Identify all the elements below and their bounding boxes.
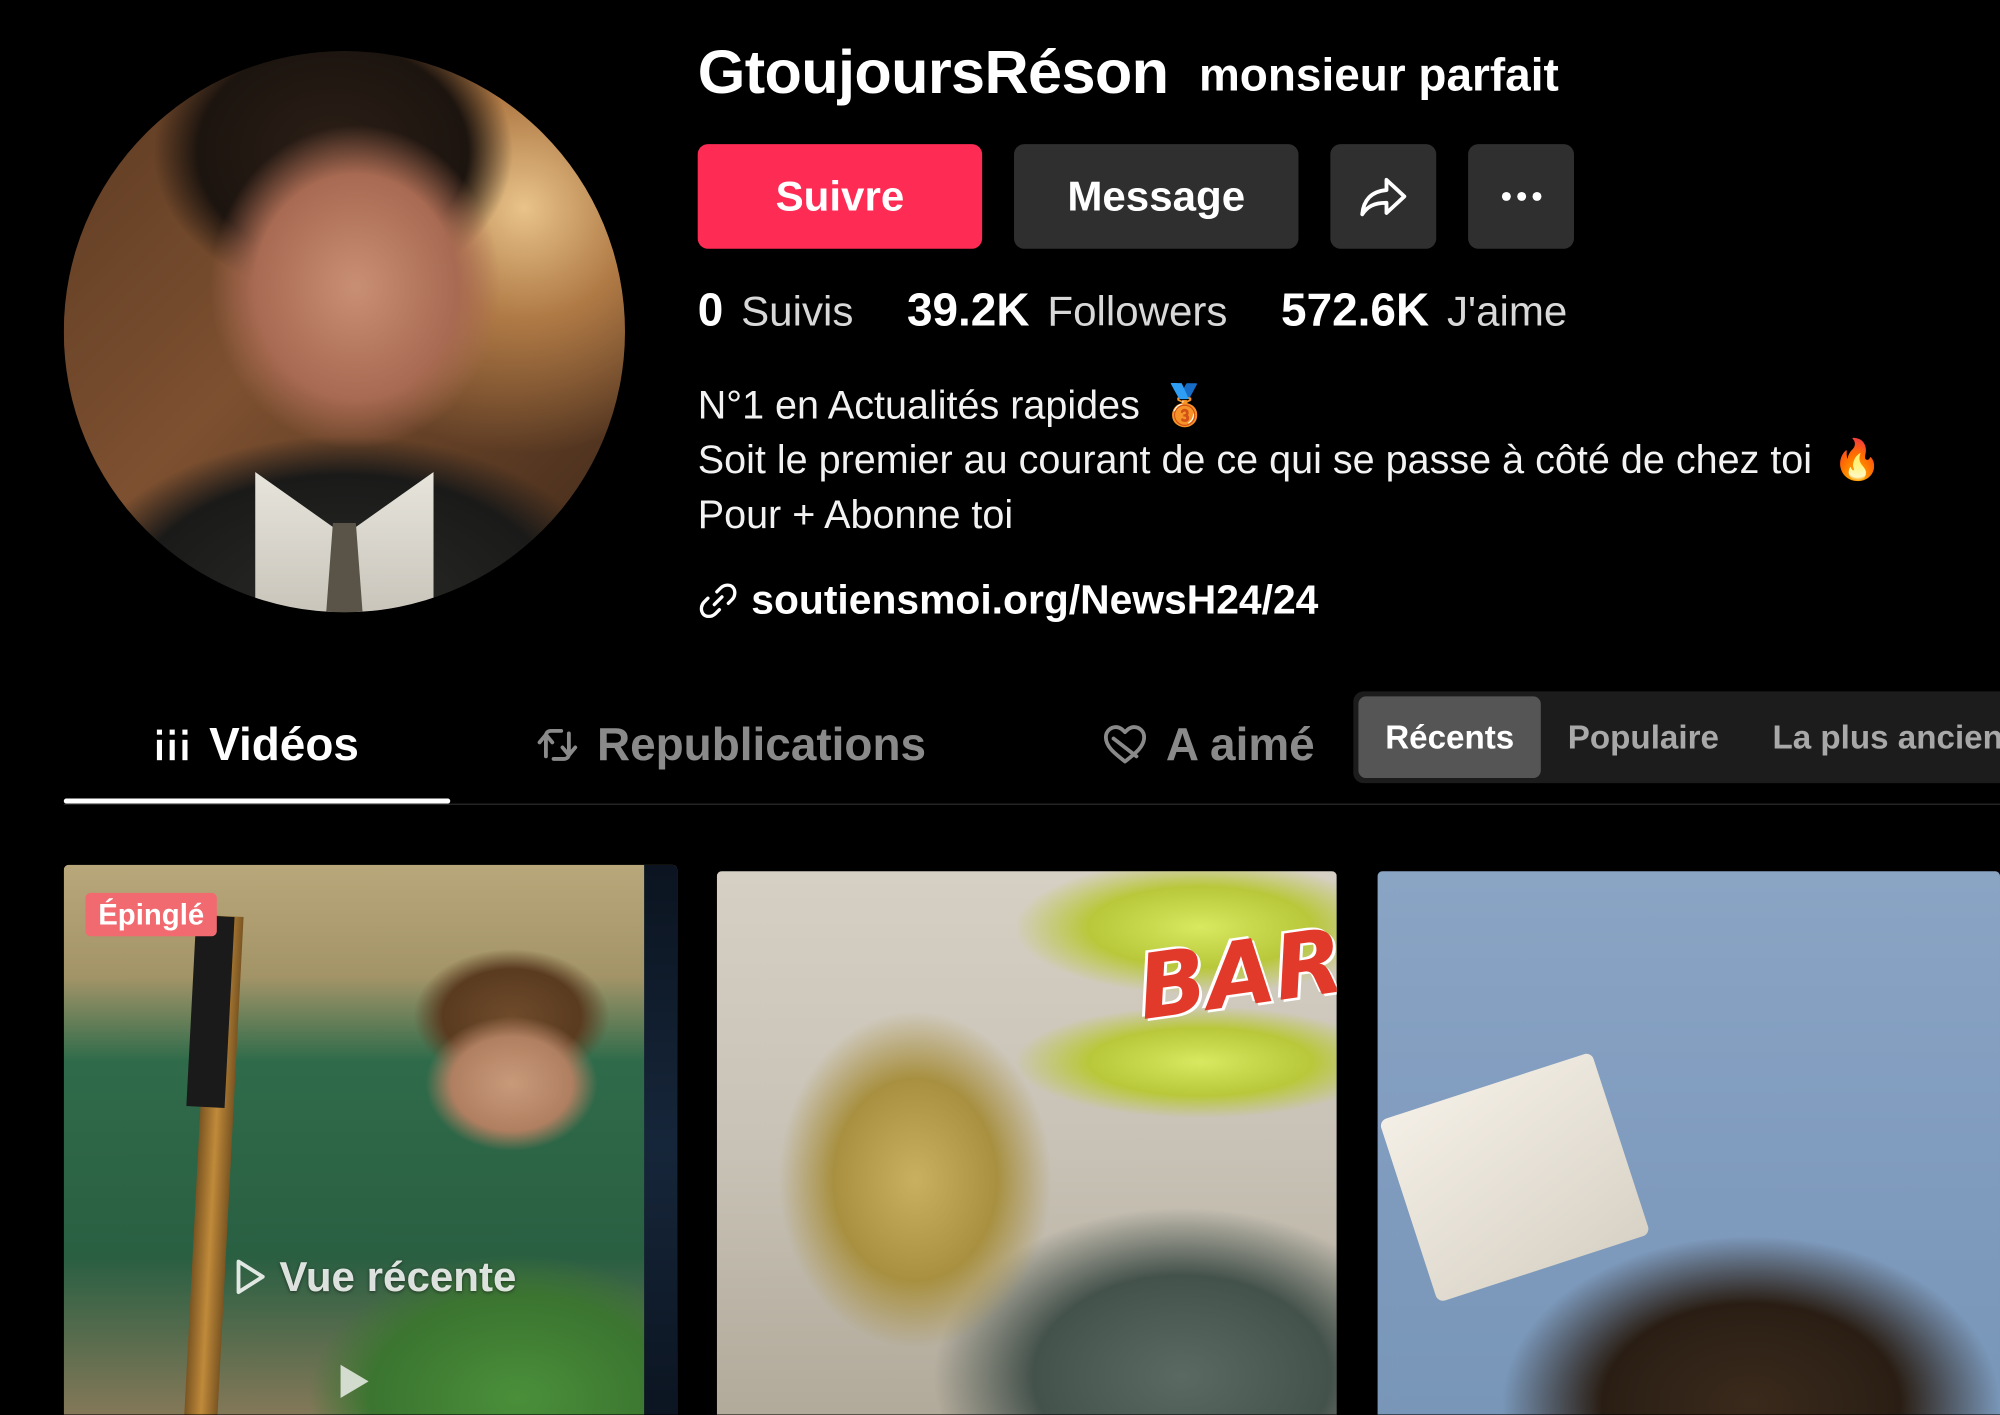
grid-icon — [153, 726, 191, 764]
profile-page: GtoujoursRéson monsieur parfait Suivre M… — [0, 0, 2000, 1415]
repost-icon — [536, 723, 579, 766]
tab-videos-label: Vidéos — [209, 718, 359, 771]
following-label: Suivis — [741, 286, 854, 335]
bio-line-1-text: N°1 en Actualités rapides — [697, 382, 1140, 428]
video-thumbnail-edge — [644, 864, 678, 1415]
fire-icon: 🔥 — [1832, 437, 1882, 483]
profile-link-text: soutiensmoi.org/NewsH24/24 — [751, 576, 1319, 623]
following-count: 0 — [697, 283, 724, 336]
followers-stat[interactable]: 39.2K Followers — [907, 283, 1228, 337]
recent-view-label: Vue récente — [279, 1252, 517, 1300]
sort-control: Récents Populaire La plus ancienne — [1353, 691, 2000, 784]
nickname: monsieur parfait — [1198, 48, 1559, 101]
bio: N°1 en Actualités rapides 🥉 Soit le prem… — [698, 378, 1882, 543]
profile-link[interactable]: soutiensmoi.org/NewsH24/24 — [698, 576, 1319, 624]
username: GtoujoursRéson — [697, 39, 1169, 108]
video-card[interactable]: BAR — [716, 871, 1337, 1415]
more-options-button[interactable] — [1468, 144, 1574, 249]
video-card[interactable] — [1377, 871, 2000, 1415]
video-thumbnail-sign: BAR — [1131, 908, 1337, 1041]
message-button[interactable]: Message — [1014, 144, 1299, 249]
pinned-badge: Épinglé — [85, 892, 217, 937]
video-card[interactable] — [63, 864, 678, 1415]
tab-reposts-label: Republications — [596, 718, 927, 771]
play-icon — [334, 1360, 372, 1410]
bio-line-3: Pour + Abonne toi — [698, 487, 1882, 542]
followers-label: Followers — [1047, 286, 1228, 335]
play-icon — [233, 1258, 266, 1296]
bio-line-2: Soit le premier au courant de ce qui se … — [698, 432, 1882, 487]
likes-stat: 572.6K J'aime — [1281, 283, 1567, 337]
link-icon — [699, 582, 737, 618]
bio-line-1: N°1 en Actualités rapides 🥉 — [698, 378, 1882, 433]
sort-recent[interactable]: Récents — [1358, 696, 1542, 779]
bio-line-2-text: Soit le premier au courant de ce qui se … — [697, 437, 1813, 483]
medal-icon: 🥉 — [1160, 382, 1210, 428]
following-stat[interactable]: 0 Suivis — [698, 283, 854, 337]
more-icon — [1501, 191, 1541, 201]
sort-popular[interactable]: Populaire — [1541, 696, 1746, 778]
followers-count: 39.2K — [906, 283, 1030, 336]
avatar[interactable] — [63, 51, 625, 613]
share-button[interactable] — [1330, 144, 1437, 249]
likes-count: 572.6K — [1281, 283, 1430, 336]
tabs-divider — [63, 803, 2000, 805]
tab-liked-label: A aimé — [1165, 718, 1315, 771]
follow-button[interactable]: Suivre — [697, 144, 983, 249]
recent-view-overlay: Vue récente — [233, 1253, 516, 1301]
tab-reposts[interactable]: Republications — [536, 712, 926, 778]
sort-oldest[interactable]: La plus ancienne — [1746, 696, 2000, 778]
share-icon — [1359, 177, 1406, 217]
heart-hidden-icon — [1102, 723, 1148, 766]
profile-stats: 0 Suivis 39.2K Followers 572.6K J'aime — [698, 283, 1621, 342]
video-thumbnail-detail — [1378, 1051, 1651, 1303]
likes-label: J'aime — [1446, 286, 1568, 335]
tab-videos[interactable]: Vidéos — [153, 712, 359, 778]
tab-liked[interactable]: A aimé — [1102, 712, 1315, 778]
bio-line-3-text: Pour + Abonne toi — [697, 492, 1014, 537]
